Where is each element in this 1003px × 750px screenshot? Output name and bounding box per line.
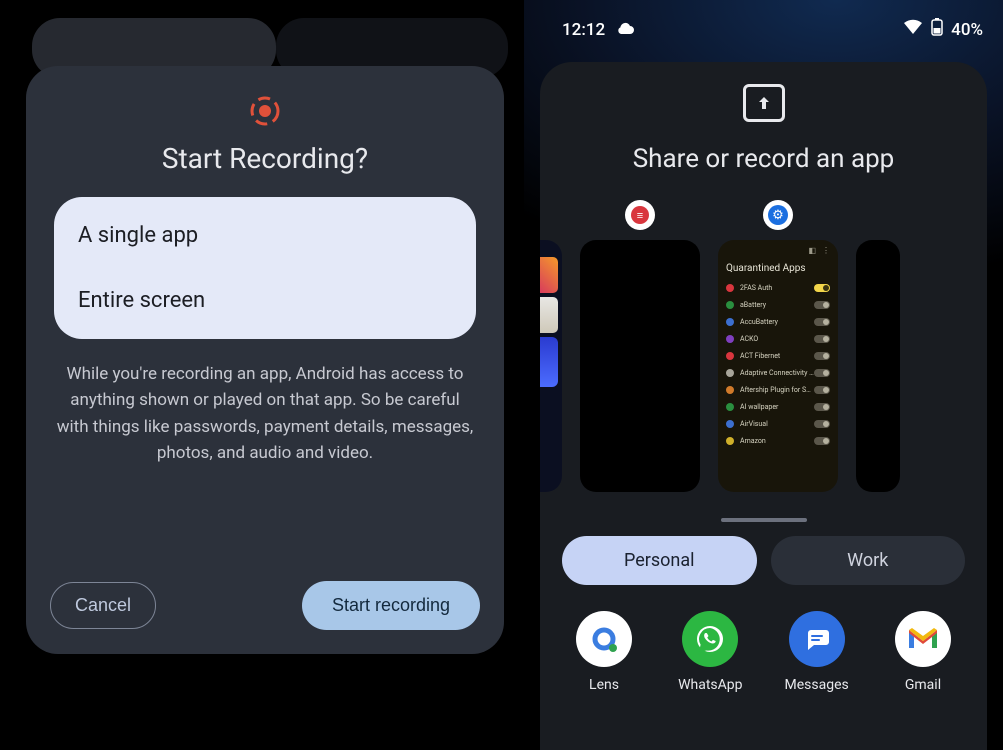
settings-icon: ⚙: [763, 200, 793, 230]
start-recording-dialog: Start Recording? A single app Entire scr…: [26, 66, 504, 654]
messages-icon: [789, 611, 845, 667]
app-thumbnail: all of the Day Mighty Morph: [540, 240, 562, 492]
tab-personal[interactable]: Personal: [562, 536, 757, 585]
share-sheet: Share or record an app 🎨 all of the Day …: [540, 62, 987, 750]
share-target-lens[interactable]: Lens: [564, 611, 644, 693]
status-time: 12:12: [562, 20, 605, 40]
cancel-button[interactable]: Cancel: [50, 582, 156, 629]
record-icon: [248, 94, 282, 128]
app-thumbnail: ◧⋮ Quarantined Apps 2FAS Auth aBattery A…: [718, 240, 838, 492]
recent-app-card[interactable]: ≡: [580, 200, 700, 500]
dialog-description: While you're recording an app, Android h…: [50, 361, 480, 561]
share-target-gmail[interactable]: Gmail: [883, 611, 963, 693]
recent-app-card[interactable]: ⚙ ◧⋮ Quarantined Apps 2FAS Auth aBattery…: [718, 200, 838, 500]
option-entire-screen[interactable]: Entire screen: [54, 274, 476, 339]
share-targets-row: Lens WhatsApp Messages Gmail: [540, 611, 987, 705]
whatsapp-icon: [682, 611, 738, 667]
screen-share-icon: [743, 84, 785, 122]
app-thumbnail: [580, 240, 700, 492]
share-target-label: WhatsApp: [678, 677, 742, 693]
gmail-icon: [895, 611, 951, 667]
share-target-whatsapp[interactable]: WhatsApp: [670, 611, 750, 693]
app-icon: ≡: [625, 200, 655, 230]
status-bar: 12:12 40%: [524, 0, 1003, 41]
share-target-messages[interactable]: Messages: [777, 611, 857, 693]
option-single-app[interactable]: A single app: [54, 197, 476, 274]
share-target-label: Lens: [589, 677, 619, 693]
thumb-heading: all of the Day: [540, 240, 562, 257]
wifi-icon: [903, 19, 923, 40]
lens-icon: [576, 611, 632, 667]
recent-app-card[interactable]: 🎨 all of the Day Mighty Morph: [540, 200, 562, 500]
share-target-label: Messages: [785, 677, 849, 693]
profile-tabs: Personal Work: [540, 536, 987, 585]
start-recording-button[interactable]: Start recording: [302, 581, 480, 630]
status-battery-percent: 40%: [951, 20, 983, 40]
battery-icon: [931, 18, 943, 41]
share-sheet-title: Share or record an app: [540, 144, 987, 174]
recent-apps-row[interactable]: 🎨 all of the Day Mighty Morph ≡: [540, 200, 987, 500]
recording-scope-options: A single app Entire screen: [54, 197, 476, 339]
recent-app-card[interactable]: [856, 200, 900, 500]
scroll-indicator: [721, 518, 807, 522]
app-thumbnail: [856, 240, 900, 492]
cloud-icon: [615, 20, 635, 40]
share-target-label: Gmail: [905, 677, 941, 693]
thumb-heading: Quarantined Apps: [726, 263, 830, 274]
dialog-title: Start Recording?: [50, 142, 480, 175]
tab-work[interactable]: Work: [771, 536, 966, 585]
